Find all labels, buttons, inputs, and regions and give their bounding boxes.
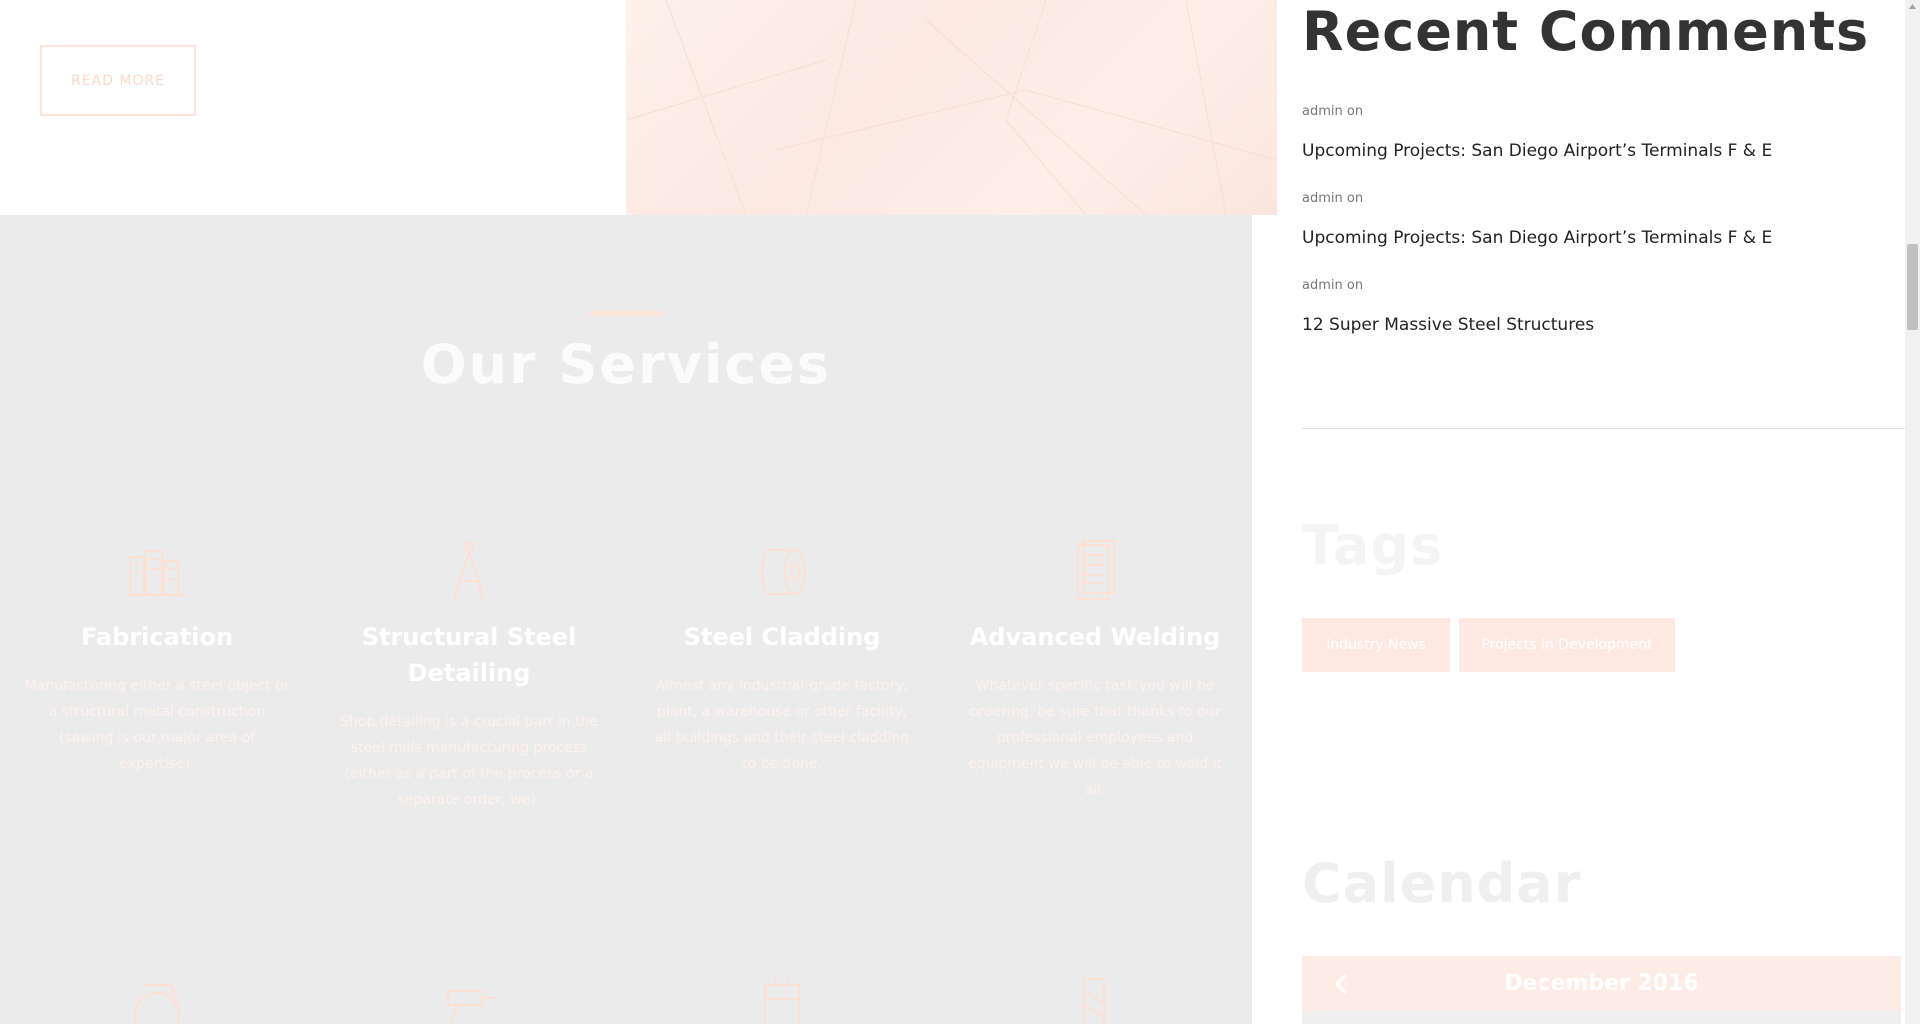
sidebar-divider [1302,428,1905,429]
scroll-up-arrow-icon[interactable] [1908,2,1917,11]
calendar-header: December 2016 [1302,956,1901,1011]
service-title: Steel Cladding [683,623,881,651]
service-text: Almost any industrial-grade factory, pla… [654,678,910,772]
steel-roll-icon [761,549,806,595]
drill-icon [447,990,496,1024]
tag-projects-in-development[interactable]: Projects in Development [1459,618,1675,672]
compass-icon [453,542,485,602]
service-advanced-welding[interactable]: Advanced Welding Whatever specific task … [960,537,1230,803]
calendar-title: Calendar [1302,852,1582,915]
chevron-left-icon[interactable] [1330,970,1354,998]
service-title: Structural Steel Detailing [361,623,577,687]
building-icon [126,550,186,596]
tags-title: Tags [1302,514,1444,577]
comment-author: admin on [1302,191,1364,206]
comment-author: admin on [1302,104,1364,119]
tag-industry-news[interactable]: Industry News [1302,618,1450,672]
recent-comments-title: Recent Comments [1302,0,1870,63]
calendar-weekdays-row [1302,1011,1901,1024]
service-title: Advanced Welding [969,623,1221,651]
cabinet-icon [1077,540,1115,600]
services-title: Our Services [420,333,832,396]
services-accent-bar [590,311,663,316]
comment-post-link[interactable]: 12 Super Massive Steel Structures [1302,315,1594,335]
page-scrollbar[interactable] [1905,0,1920,1024]
read-more-button[interactable]: READ MORE [40,45,196,116]
hero-texture [626,0,1277,215]
services-section: Our Services Fabrication Manufacturing e… [0,215,1252,1024]
hero-text-panel: READ MORE [0,0,626,215]
service-fabrication[interactable]: Fabrication Manufacturing either a steel… [22,537,292,777]
service-text: Shop detailing is a crucial part in the … [340,714,598,808]
saw-icon [134,984,180,1024]
sidebar: Recent Comments admin on Upcoming Projec… [1277,0,1905,1024]
column-icon [1083,978,1105,1024]
service-structural-steel-detailing[interactable]: Structural Steel Detailing Shop detailin… [334,537,604,813]
comment-post-link[interactable]: Upcoming Projects: San Diego Airport’s T… [1302,228,1772,248]
scrollbar-thumb[interactable] [1907,244,1918,330]
hero-image [626,0,1277,215]
service-text: Manufacturing either a steel object or a… [24,678,290,772]
comment-author: admin on [1302,278,1364,293]
calendar-month: December 2016 [1504,971,1699,996]
comment-post-link[interactable]: Upcoming Projects: San Diego Airport’s T… [1302,141,1772,161]
service-title: Fabrication [80,623,234,651]
service-steel-cladding[interactable]: Steel Cladding Almost any industrial-gra… [647,537,917,777]
service-text: Whatever specific task you will be order… [968,678,1222,798]
machine-icon [764,979,800,1024]
